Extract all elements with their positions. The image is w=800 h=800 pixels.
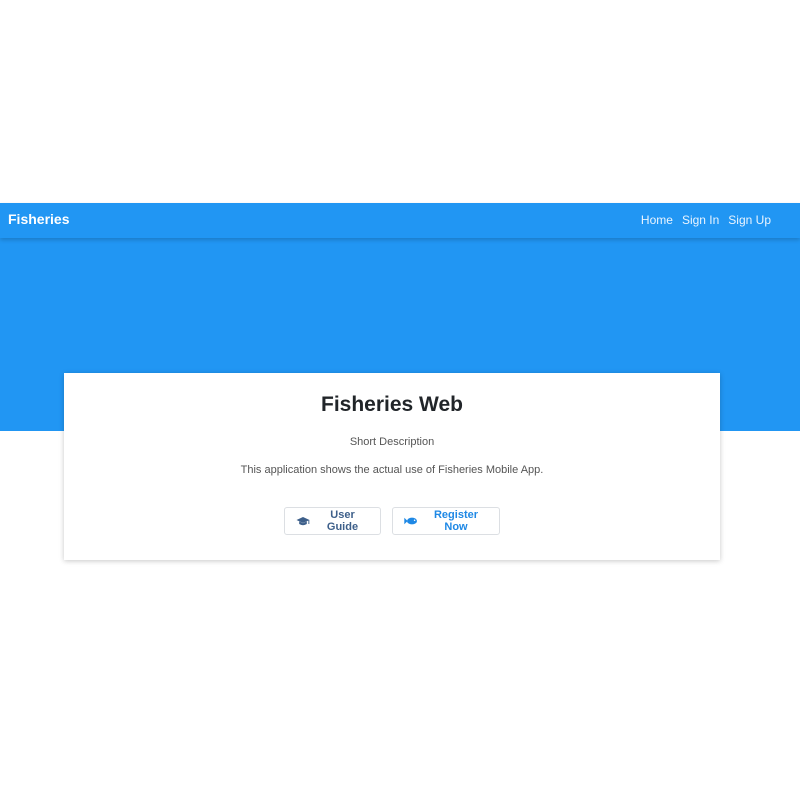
- intro-card: Fisheries Web Short Description This app…: [64, 373, 720, 560]
- nav-links: Home Sign In Sign Up: [641, 213, 771, 227]
- app-description: This application shows the actual use of…: [240, 464, 544, 476]
- page: Fisheries Home Sign In Sign Up Fisheries…: [0, 0, 800, 800]
- brand-link[interactable]: Fisheries: [8, 211, 69, 227]
- nav-sign-up-link[interactable]: Sign Up: [728, 213, 771, 227]
- register-now-button[interactable]: Register Now: [392, 507, 500, 535]
- card-actions: User Guide Register Now: [64, 507, 720, 535]
- user-guide-label: User Guide: [326, 509, 359, 533]
- page-title: Fisheries Web: [321, 393, 463, 416]
- user-guide-button[interactable]: User Guide: [284, 507, 381, 535]
- short-description-label: Short Description: [349, 436, 435, 448]
- nav-sign-in-link[interactable]: Sign In: [682, 213, 719, 227]
- nav-home-link[interactable]: Home: [641, 213, 673, 227]
- top-navbar: Fisheries Home Sign In Sign Up: [0, 203, 800, 238]
- graduation-cap-icon: [296, 515, 310, 527]
- fish-icon: [404, 515, 418, 527]
- register-now-label: Register Now: [433, 509, 479, 533]
